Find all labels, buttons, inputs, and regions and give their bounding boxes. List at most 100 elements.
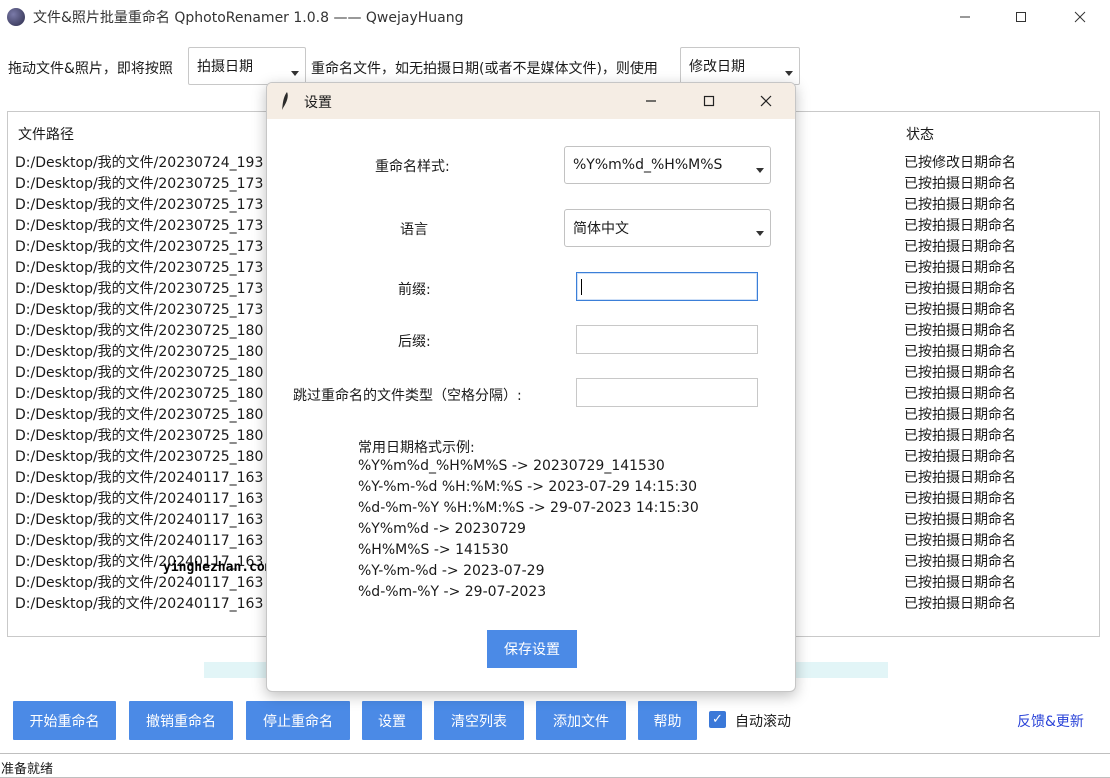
maximize-button[interactable] <box>992 0 1050 34</box>
help-button[interactable]: 帮助 <box>638 701 697 740</box>
row-path[interactable]: D:/Desktop/我的文件/20230725_173 <box>15 278 263 298</box>
row-status: 已按拍摄日期命名 <box>904 470 1016 486</box>
row-path[interactable]: D:/Desktop/我的文件/20230725_173 <box>15 194 263 214</box>
chevron-down-icon <box>785 71 793 76</box>
prefix-input[interactable] <box>576 272 758 301</box>
chevron-down-icon <box>756 231 764 236</box>
status-text: 准备就绪 <box>1 762 54 777</box>
row-status: 已按拍摄日期命名 <box>904 281 1016 297</box>
row-path[interactable]: D:/Desktop/我的文件/20230725_180 <box>15 404 263 424</box>
row-status: 已按拍摄日期命名 <box>904 596 1016 612</box>
row-status: 已按拍摄日期命名 <box>904 239 1016 255</box>
row-status: 已按拍摄日期命名 <box>904 197 1016 213</box>
auto-scroll-label[interactable]: 自动滚动 <box>735 711 791 731</box>
suffix-input[interactable] <box>576 325 758 354</box>
fallback-rule-select[interactable]: 修改日期 <box>680 47 800 85</box>
minimize-button[interactable] <box>936 0 994 34</box>
row-status: 已按拍摄日期命名 <box>904 344 1016 360</box>
dialog-title-bar: 设置 <box>267 83 795 119</box>
row-status: 已按拍摄日期命名 <box>904 428 1016 444</box>
row-path[interactable]: D:/Desktop/我的文件/20240117_163 <box>15 530 263 550</box>
add-files-button[interactable]: 添加文件 <box>536 701 626 740</box>
example-line: %Y%m%d -> 20230729 <box>358 521 526 537</box>
row-path[interactable]: D:/Desktop/我的文件/20230725_173 <box>15 257 263 277</box>
dialog-maximize-button[interactable] <box>680 83 738 119</box>
rename-style-value: %Y%m%d_%H%M%S <box>573 157 723 173</box>
row-path[interactable]: D:/Desktop/我的文件/20230724_193 <box>15 152 263 172</box>
status-bar: 准备就绪 <box>0 753 1110 778</box>
maximize-icon <box>1016 12 1026 22</box>
row-status: 已按修改日期命名 <box>904 155 1016 171</box>
row-path[interactable]: D:/Desktop/我的文件/20240117_163 <box>15 593 263 613</box>
rename-rule-bar: 拖动文件&照片，即将按照 拍摄日期 重命名文件，如无拍摄日期(或者不是媒体文件)… <box>0 46 1110 86</box>
skip-types-input[interactable] <box>576 378 758 407</box>
row-path[interactable]: D:/Desktop/我的文件/20230725_180 <box>15 341 263 361</box>
window-title: 文件&照片批量重命名 QphotoRenamer 1.0.8 —— Qwejay… <box>33 10 464 26</box>
example-line: %Y%m%d_%H%M%S -> 20230729_141530 <box>358 458 665 474</box>
suffix-label: 后缀: <box>398 334 431 350</box>
close-icon <box>1074 11 1086 23</box>
row-path[interactable]: D:/Desktop/我的文件/20230725_180 <box>15 446 263 466</box>
row-path[interactable]: D:/Desktop/我的文件/20230725_173 <box>15 173 263 193</box>
row-path[interactable]: D:/Desktop/我的文件/20230725_180 <box>15 383 263 403</box>
rule-text-before: 拖动文件&照片，即将按照 <box>8 61 173 77</box>
watermark: yinghezhan.com <box>163 560 273 575</box>
dialog-minimize-button[interactable] <box>622 83 680 119</box>
status-column-header: 状态 <box>906 127 934 143</box>
start-rename-button[interactable]: 开始重命名 <box>13 701 116 740</box>
path-column-header: 文件路径 <box>18 127 74 143</box>
row-path[interactable]: D:/Desktop/我的文件/20230725_173 <box>15 299 263 319</box>
settings-button[interactable]: 设置 <box>362 701 422 740</box>
dialog-title: 设置 <box>304 95 332 111</box>
row-path[interactable]: D:/Desktop/我的文件/20240117_163 <box>15 509 263 529</box>
auto-scroll-checkbox[interactable]: ✓ <box>709 711 726 728</box>
rule-text-middle: 重命名文件，如无拍摄日期(或者不是媒体文件)，则使用 <box>311 61 658 77</box>
rename-style-label: 重命名样式: <box>375 159 450 175</box>
row-path[interactable]: D:/Desktop/我的文件/20230725_180 <box>15 425 263 445</box>
prefix-label: 前缀: <box>398 282 431 298</box>
row-status: 已按拍摄日期命名 <box>904 449 1016 465</box>
save-settings-button[interactable]: 保存设置 <box>487 630 577 668</box>
language-value: 简体中文 <box>573 221 629 237</box>
clear-list-button[interactable]: 清空列表 <box>434 701 524 740</box>
chevron-down-icon <box>756 168 764 173</box>
language-label: 语言 <box>400 222 428 238</box>
row-path[interactable]: D:/Desktop/我的文件/20240117_163 <box>15 467 263 487</box>
row-status: 已按拍摄日期命名 <box>904 260 1016 276</box>
row-path[interactable]: D:/Desktop/我的文件/20240117_163 <box>15 488 263 508</box>
row-status: 已按拍摄日期命名 <box>904 533 1016 549</box>
row-status: 已按拍摄日期命名 <box>904 218 1016 234</box>
row-status: 已按拍摄日期命名 <box>904 512 1016 528</box>
stop-rename-button[interactable]: 停止重命名 <box>246 701 350 740</box>
rename-style-select[interactable]: %Y%m%d_%H%M%S <box>564 146 771 184</box>
row-path[interactable]: D:/Desktop/我的文件/20230725_180 <box>15 362 263 382</box>
row-path[interactable]: D:/Desktop/我的文件/20230725_180 <box>15 320 263 340</box>
row-path[interactable]: D:/Desktop/我的文件/20230725_173 <box>15 236 263 256</box>
row-status: 已按拍摄日期命名 <box>904 491 1016 507</box>
row-path[interactable]: D:/Desktop/我的文件/20230725_173 <box>15 215 263 235</box>
primary-rule-select[interactable]: 拍摄日期 <box>188 47 306 85</box>
example-line: %d-%m-%Y %H:%M:%S -> 29-07-2023 14:15:30 <box>358 500 699 516</box>
close-button[interactable] <box>1051 0 1109 34</box>
feedback-update-link[interactable]: 反馈&更新 <box>1017 711 1084 731</box>
maximize-icon <box>703 95 715 107</box>
row-status: 已按拍摄日期命名 <box>904 386 1016 402</box>
undo-rename-button[interactable]: 撤销重命名 <box>129 701 233 740</box>
row-status: 已按拍摄日期命名 <box>904 407 1016 423</box>
title-bar: 文件&照片批量重命名 QphotoRenamer 1.0.8 —— Qwejay… <box>0 0 1110 34</box>
row-status: 已按拍摄日期命名 <box>904 554 1016 570</box>
row-path[interactable]: D:/Desktop/我的文件/20240117_163 <box>15 572 263 592</box>
skip-types-label: 跳过重命名的文件类型（空格分隔）: <box>293 388 522 404</box>
example-line: %H%M%S -> 141530 <box>358 542 509 558</box>
example-line: %Y-%m-%d -> 2023-07-29 <box>358 563 545 579</box>
chevron-down-icon <box>291 71 299 76</box>
minimize-icon <box>646 100 656 102</box>
language-select[interactable]: 简体中文 <box>564 209 771 247</box>
close-icon <box>760 95 772 107</box>
row-status: 已按拍摄日期命名 <box>904 365 1016 381</box>
row-status: 已按拍摄日期命名 <box>904 176 1016 192</box>
fallback-rule-value: 修改日期 <box>689 59 745 75</box>
settings-dialog: 设置 重命名样式: %Y%m%d_%H%M%S 语言 简体中文 前缀: 后缀: … <box>266 82 796 692</box>
checkmark-icon: ✓ <box>712 712 723 727</box>
dialog-close-button[interactable] <box>737 83 795 119</box>
